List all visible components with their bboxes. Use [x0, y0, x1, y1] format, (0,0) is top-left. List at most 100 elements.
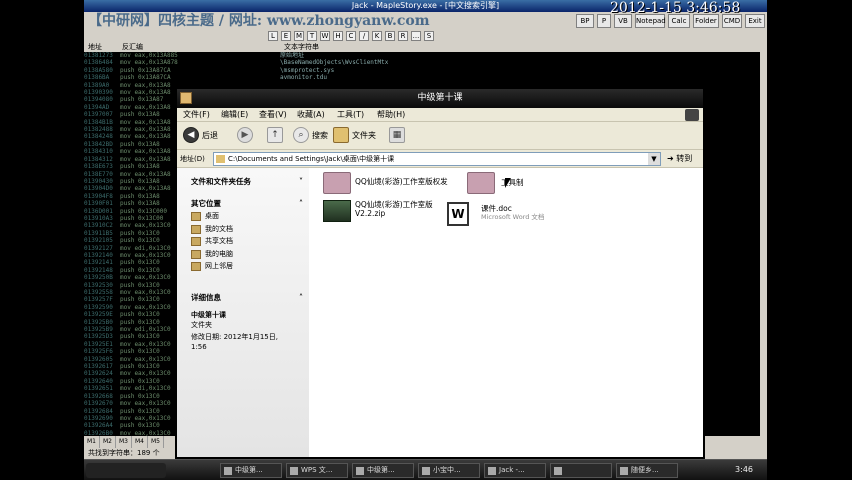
right-black-area [767, 0, 852, 460]
debugger-btn-calc[interactable]: Calc [668, 14, 690, 28]
search-button-label[interactable]: 搜索 [312, 130, 328, 142]
debugger-tool-8[interactable]: K [372, 31, 382, 41]
views-icon[interactable]: ▦ [389, 127, 405, 143]
debugger-btn-p[interactable]: P [597, 14, 611, 28]
debugger-tool-2[interactable]: M [294, 31, 304, 41]
debugger-tool-1[interactable]: E [281, 31, 291, 41]
file-item[interactable]: QQ仙境(彩游)工作室版 V2.2.zip [323, 200, 453, 226]
place-shared-documents[interactable]: 共享文档 [191, 235, 303, 248]
code-instruction: mov eax,0x13A8 [120, 185, 171, 193]
folders-icon[interactable] [333, 127, 349, 143]
taskbar-button[interactable]: Jack -... [484, 463, 546, 478]
forward-arrow-icon[interactable]: ▶ [237, 127, 253, 143]
string-row[interactable]: 原始地址 [280, 52, 760, 59]
taskbar-button[interactable]: 随便乡... [616, 463, 678, 478]
string-row[interactable]: \msmprotect.sys [280, 67, 760, 74]
place-desktop[interactable]: 桌面 [191, 210, 303, 223]
taskbar-button[interactable]: 中级第... [352, 463, 414, 478]
code-instruction: push 0x13A87CA [120, 66, 171, 74]
menu-tools[interactable]: 工具(T) [337, 108, 364, 122]
debugger-btn-bp[interactable]: BP [576, 14, 594, 28]
file-tasks-header[interactable]: 文件和文件夹任务 ˅ [191, 176, 303, 188]
string-row[interactable]: avmonitor.tdu [280, 74, 760, 81]
collapse-icon[interactable]: ˅ [299, 176, 303, 188]
taskbar-button[interactable]: 中级第... [220, 463, 282, 478]
address-folder-icon [216, 155, 225, 163]
collapse-icon[interactable]: ˄ [299, 198, 303, 210]
place-my-computer[interactable]: 我的电脑 [191, 248, 303, 261]
other-places-title: 其它位置 [191, 199, 221, 208]
code-instruction: push 0x13C0 [120, 296, 160, 304]
debugger-tool-11[interactable]: ... [411, 31, 421, 41]
up-folder-icon[interactable]: ↑ [267, 127, 283, 143]
code-address: 013925F6 [84, 348, 113, 356]
taskbar-button[interactable]: 小宝中... [418, 463, 480, 478]
back-arrow-icon[interactable]: ◀ [183, 127, 199, 143]
address-input[interactable]: C:\Documents and Settings\Jack\桌面\中级第十课 … [213, 152, 661, 166]
taskbar-button[interactable]: WPS 文... [286, 463, 348, 478]
debugger-btn-exit[interactable]: Exit [745, 14, 765, 28]
code-address: 0138E673 [84, 163, 113, 171]
debugger-btn-cmd[interactable]: CMD [722, 14, 742, 28]
memory-tab[interactable]: M2 [100, 436, 116, 448]
details-panel: 详细信息 ˄ 中级第十课 文件夹 修改日期: 2012年1月15日, 1:56 [191, 292, 303, 352]
debugger-tool-3[interactable]: T [307, 31, 317, 41]
debugger-tool-4[interactable]: W [320, 31, 330, 41]
code-address: 01394AD [84, 103, 110, 111]
code-instruction: push 0x13A87CA [120, 74, 171, 82]
explorer-titlebar[interactable]: 中级第十课 [177, 89, 703, 108]
col-address: 地址 [88, 43, 102, 51]
memory-tab[interactable]: M1 [84, 436, 100, 448]
place-label: 桌面 [205, 212, 219, 220]
code-instruction: mov eax,0x13C0 [120, 222, 171, 230]
memory-tab[interactable]: M4 [132, 436, 148, 448]
details-header[interactable]: 详细信息 ˄ [191, 292, 303, 304]
folders-button-label[interactable]: 文件夹 [352, 130, 376, 142]
debugger-tool-10[interactable]: R [398, 31, 408, 41]
place-my-documents[interactable]: 我的文档 [191, 223, 303, 236]
code-address: 01392651 [84, 385, 113, 393]
debugger-tool-5[interactable]: H [333, 31, 343, 41]
my-computer-icon [191, 249, 201, 259]
code-address: 01389A0 [84, 81, 110, 89]
menu-view[interactable]: 查看(V) [259, 108, 287, 122]
debugger-tool-0[interactable]: L [268, 31, 278, 41]
menu-bar: 文件(F) 编辑(E) 查看(V) 收藏(A) 工具(T) 帮助(H) [177, 108, 703, 122]
place-network[interactable]: 网上邻居 [191, 260, 303, 273]
code-instruction: mov eax,0x13C0 [120, 274, 171, 282]
task-pane: 文件和文件夹任务 ˅ 其它位置 ˄ 桌面 我的文档 共享文档 我的电脑 网上邻居 详… [177, 168, 309, 457]
chevron-down-icon[interactable]: ▼ [648, 153, 660, 165]
debugger-btn-notepad[interactable]: Notepad [635, 14, 666, 28]
file-item[interactable]: QQ仙境(彩游)工作室版权发 [323, 172, 453, 198]
menu-favorites[interactable]: 收藏(A) [297, 108, 325, 122]
debugger-tool-7[interactable]: / [359, 31, 369, 41]
code-instruction: push 0x13C0 [120, 348, 160, 356]
go-button[interactable]: ➜ 转到 [667, 153, 692, 165]
debugger-tool-12[interactable]: S [424, 31, 434, 41]
other-places-header[interactable]: 其它位置 ˄ [191, 198, 303, 210]
taskbar-button[interactable] [550, 463, 612, 478]
code-instruction: mov eax,0x13A8 [120, 81, 171, 89]
debugger-tool-9[interactable]: B [385, 31, 395, 41]
string-row[interactable]: \BaseNamedObjects\WvsClientMtx [280, 59, 760, 66]
search-icon[interactable]: ⌕ [293, 127, 309, 143]
code-address: 013925E1 [84, 340, 113, 348]
file-tasks-title: 文件和文件夹任务 [191, 177, 251, 186]
debugger-btn-folder[interactable]: Folder [693, 14, 719, 28]
menu-file[interactable]: 文件(F) [183, 108, 210, 122]
collapse-icon[interactable]: ˄ [299, 292, 303, 304]
code-instruction: push 0x13C0 [120, 318, 160, 326]
code-address: 01392684 [84, 407, 113, 415]
start-button[interactable] [86, 463, 166, 478]
code-address: 01384310 [84, 148, 113, 156]
debugger-tool-6[interactable]: C [346, 31, 356, 41]
desktop-clock: 2012-1-15 3:46:58 [610, 0, 741, 16]
memory-tab[interactable]: M3 [116, 436, 132, 448]
menu-edit[interactable]: 编辑(E) [221, 108, 248, 122]
debugger-btn-vb[interactable]: VB [614, 14, 632, 28]
memory-tab[interactable]: M5 [148, 436, 164, 448]
menu-help[interactable]: 帮助(H) [377, 108, 405, 122]
file-item[interactable]: W 课件.doc Microsoft Word 文档 [447, 202, 557, 228]
back-button-label[interactable]: 后退 [202, 130, 218, 142]
app-icon [356, 467, 364, 475]
